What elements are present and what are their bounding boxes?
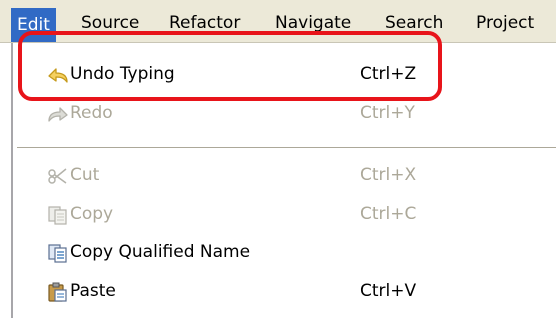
menu-bar: Edit Source Refactor Navigate Search Pro… xyxy=(0,0,556,43)
menu-edit[interactable]: Edit xyxy=(11,8,56,42)
menu-item-label: Redo xyxy=(70,103,113,123)
menu-item-shortcut: Ctrl+V xyxy=(360,281,417,301)
menu-item-shortcut: Ctrl+Y xyxy=(360,103,415,123)
copy-qualified-name-icon xyxy=(47,243,69,263)
menu-item-label: Cut xyxy=(70,165,100,185)
menu-item-copy-qualified-name[interactable]: Copy Qualified Name xyxy=(13,234,556,272)
menu-item-label: Undo Typing xyxy=(70,64,175,84)
menu-item-shortcut: Ctrl+Z xyxy=(360,64,417,84)
menu-navigate[interactable]: Navigate xyxy=(275,10,351,36)
menu-item-label: Copy Qualified Name xyxy=(70,242,251,262)
menu-item-label: Copy xyxy=(70,204,114,224)
menu-item-paste[interactable]: Paste Ctrl+V xyxy=(13,273,556,311)
menu-item-redo[interactable]: Redo Ctrl+Y xyxy=(13,95,556,133)
menu-item-cut[interactable]: Cut Ctrl+X xyxy=(13,157,556,195)
menu-item-shortcut: Ctrl+C xyxy=(360,204,417,224)
eclipse-window: Edit Source Refactor Navigate Search Pro… xyxy=(0,0,556,318)
menu-search[interactable]: Search xyxy=(385,10,443,36)
redo-arrow-icon xyxy=(47,104,69,124)
scissors-icon xyxy=(47,166,69,186)
paste-icon xyxy=(47,282,69,302)
menu-refactor[interactable]: Refactor xyxy=(169,10,240,36)
menu-item-shortcut: Ctrl+X xyxy=(360,165,417,185)
edit-dropdown-menu: Undo Typing Ctrl+Z Redo Ctrl+Y Cut Ctrl+… xyxy=(0,43,556,318)
menu-item-copy[interactable]: Copy Ctrl+C xyxy=(13,196,556,234)
undo-arrow-icon xyxy=(47,65,69,85)
menu-item-undo-typing[interactable]: Undo Typing Ctrl+Z xyxy=(13,56,556,94)
menu-separator xyxy=(17,147,556,148)
copy-icon xyxy=(47,205,69,225)
menu-source[interactable]: Source xyxy=(81,10,139,36)
menu-item-label: Paste xyxy=(70,281,116,301)
menu-project[interactable]: Project xyxy=(476,10,534,36)
